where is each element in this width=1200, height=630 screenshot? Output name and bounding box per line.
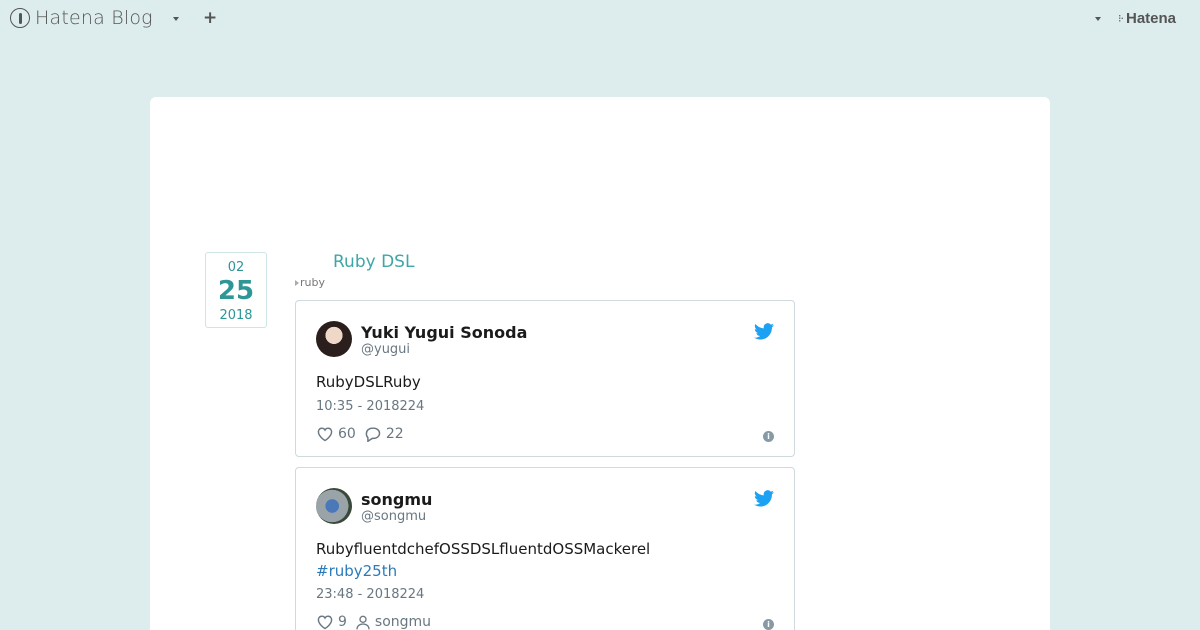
brand-menu-chevron-down-icon[interactable]: [173, 17, 179, 21]
reply-button[interactable]: 22: [364, 426, 404, 442]
account-menu-chevron-down-icon[interactable]: [1095, 17, 1101, 21]
heart-icon: [317, 615, 333, 630]
avatar[interactable]: [316, 488, 352, 524]
twitter-bird-icon[interactable]: [754, 323, 774, 340]
date-day: 25: [217, 276, 255, 306]
tweet-text: RubyfluentdchefOSSDSLfluentdOSSMackerel …: [316, 538, 650, 582]
heart-icon: [317, 427, 333, 442]
tweet-author-handle[interactable]: @songmu: [361, 509, 426, 524]
hatena-home-link[interactable]: ⁝· Hatena: [1118, 10, 1176, 27]
twitter-bird-icon[interactable]: [754, 490, 774, 507]
hatena-logo-icon: ⁝·: [1118, 11, 1124, 25]
info-icon[interactable]: i: [763, 619, 774, 630]
entry-title-link[interactable]: Ruby DSL: [333, 252, 414, 272]
hashtag-link[interactable]: #ruby25th: [316, 560, 650, 582]
view-profile-link[interactable]: songmu: [355, 614, 431, 630]
embedded-tweet[interactable]: songmu @songmu RubyfluentdchefOSSDSLflue…: [295, 467, 795, 630]
tweet-actions: 9 songmu: [316, 614, 431, 630]
info-icon[interactable]: i: [763, 431, 774, 442]
reply-count: 22: [385, 426, 404, 442]
tweet-text: RubyDSLRuby: [316, 373, 421, 391]
tweet-author-handle[interactable]: @yugui: [361, 342, 410, 357]
tweet-author-name[interactable]: songmu: [361, 490, 432, 509]
like-button[interactable]: 60: [316, 426, 356, 442]
tweet-actions: 60 22: [316, 426, 404, 442]
reply-bubble-icon: [365, 427, 381, 442]
hatena-label: Hatena: [1126, 10, 1177, 27]
tweet-timestamp[interactable]: 23:48 - 2018224: [316, 587, 424, 602]
tweet-author-name[interactable]: Yuki Yugui Sonoda: [361, 323, 527, 342]
tweet-body: RubyfluentdchefOSSDSLfluentdOSSMackerel: [316, 540, 651, 558]
brand-name: Hatena Blog: [35, 7, 153, 29]
like-count: 9: [338, 614, 347, 630]
global-header: Hatena Blog + ⁝· Hatena: [0, 0, 1200, 38]
embedded-tweet[interactable]: Yuki Yugui Sonoda @yugui RubyDSLRuby 10:…: [295, 300, 795, 457]
hatena-blog-logo-icon: [10, 8, 30, 28]
add-blog-button[interactable]: +: [203, 9, 217, 27]
date-month: 02: [227, 260, 245, 275]
like-count: 60: [338, 426, 356, 442]
date-year: 2018: [219, 308, 253, 323]
category-label: ruby: [300, 276, 325, 289]
entry-date[interactable]: 02 25 2018: [205, 252, 267, 328]
entry-category-link[interactable]: ruby: [295, 276, 325, 289]
person-icon: [356, 615, 370, 630]
profile-link-label: songmu: [374, 614, 432, 630]
tweet-timestamp[interactable]: 10:35 - 2018224: [316, 399, 424, 414]
avatar[interactable]: [316, 321, 352, 357]
hatena-blog-logo-link[interactable]: Hatena Blog: [10, 7, 153, 29]
category-triangle-icon: [295, 279, 299, 286]
main-content-card: 02 25 2018 Ruby DSL ruby Yuki Yugui Sono…: [150, 97, 1050, 630]
like-button[interactable]: 9: [316, 614, 347, 630]
